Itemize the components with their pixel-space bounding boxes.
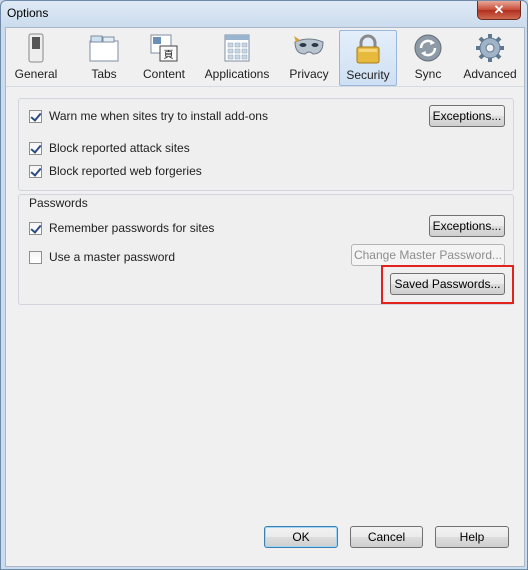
master-password-row[interactable]: Use a master password: [29, 248, 175, 266]
saved-passwords-highlight: [381, 265, 514, 304]
close-icon: ✕: [493, 2, 505, 17]
tabs-icon: [89, 35, 119, 62]
switch-icon: [28, 33, 44, 63]
remember-passwords-row[interactable]: Remember passwords for sites: [29, 219, 214, 237]
block-forgeries-row[interactable]: Block reported web forgeries: [29, 162, 202, 180]
warn-addons-checkbox[interactable]: [29, 109, 42, 123]
change-master-password-button[interactable]: Change Master Password...: [351, 244, 505, 266]
gear-icon: [476, 34, 504, 62]
warn-addons-row[interactable]: Warn me when sites try to install add-on…: [29, 107, 268, 125]
passwords-group-title: Passwords: [29, 196, 88, 210]
passwords-exceptions-button[interactable]: Exceptions...: [429, 215, 505, 237]
block-attack-checkbox[interactable]: [29, 141, 42, 155]
block-forgeries-label: Block reported web forgeries: [49, 164, 202, 178]
help-button[interactable]: Help: [435, 526, 509, 548]
block-forgeries-checkbox[interactable]: [29, 164, 42, 178]
ok-button[interactable]: OK: [264, 526, 338, 548]
content-icon: 頁: [150, 34, 178, 62]
security-group: Warn me when sites try to install add-on…: [18, 98, 514, 191]
applications-icon: [224, 34, 250, 62]
tab-tabs[interactable]: Tabs: [84, 30, 124, 84]
close-button[interactable]: ✕: [477, 1, 521, 20]
tab-general[interactable]: General: [12, 30, 60, 84]
mask-icon: [294, 36, 324, 55]
preferences-toolbar: General Tabs 頁 Content Applications Priv…: [6, 28, 524, 87]
title-bar: Options ✕: [1, 1, 527, 27]
tab-sync[interactable]: Sync: [408, 30, 448, 84]
block-attack-label: Block reported attack sites: [49, 141, 190, 155]
cancel-button[interactable]: Cancel: [350, 526, 423, 548]
warn-addons-label: Warn me when sites try to install add-on…: [49, 109, 268, 123]
tab-applications[interactable]: Applications: [202, 30, 272, 84]
tab-security[interactable]: Security: [339, 30, 397, 86]
tab-privacy[interactable]: Privacy: [286, 30, 332, 84]
tab-content[interactable]: 頁 Content: [138, 30, 190, 84]
master-password-checkbox[interactable]: [29, 250, 42, 264]
window-title: Options: [7, 6, 49, 20]
tab-advanced[interactable]: Advanced: [460, 30, 520, 84]
svg-text:頁: 頁: [164, 49, 174, 61]
addons-exceptions-button[interactable]: Exceptions...: [429, 105, 505, 127]
remember-passwords-checkbox[interactable]: [29, 221, 42, 235]
remember-passwords-label: Remember passwords for sites: [49, 221, 215, 235]
sync-icon: [414, 34, 442, 62]
block-attack-row[interactable]: Block reported attack sites: [29, 139, 190, 157]
padlock-icon: [356, 34, 380, 64]
master-password-label: Use a master password: [49, 250, 176, 264]
